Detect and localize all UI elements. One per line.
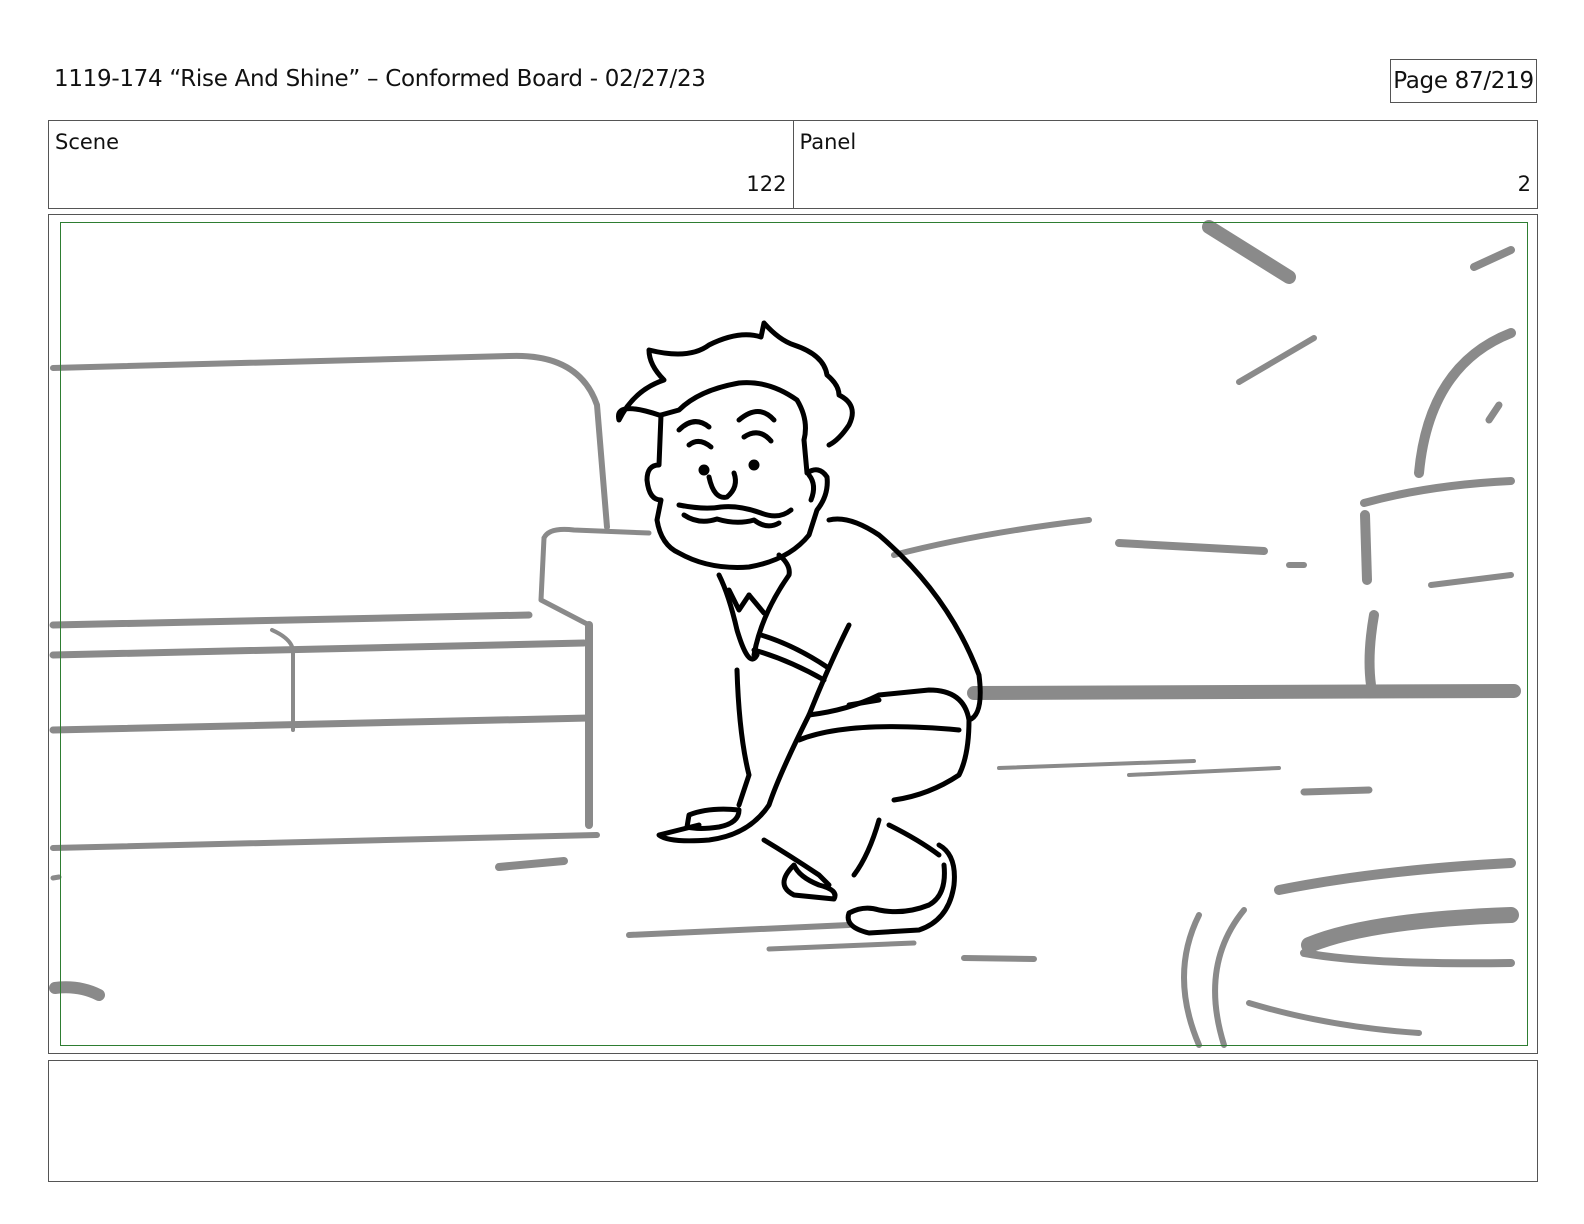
- background-sketch: [49, 220, 1521, 1048]
- scene-label: Scene: [55, 130, 120, 154]
- storyboard-sketch-icon: [49, 220, 1521, 1048]
- panel-number: 2: [1517, 172, 1531, 196]
- storyboard-frame: [48, 214, 1538, 1054]
- notes-box[interactable]: [48, 1060, 1538, 1182]
- character-sketch: [616, 320, 983, 936]
- scene-number: 122: [746, 172, 787, 196]
- page-number-box: Page 87/219: [1390, 59, 1537, 103]
- scene-cell: Scene 122: [49, 121, 793, 208]
- scene-panel-table: Scene 122 Panel 2: [48, 120, 1538, 209]
- document-title: 1119-174 “Rise And Shine” – Conformed Bo…: [54, 66, 706, 92]
- panel-label: Panel: [799, 130, 857, 154]
- panel-cell: Panel 2: [792, 121, 1538, 208]
